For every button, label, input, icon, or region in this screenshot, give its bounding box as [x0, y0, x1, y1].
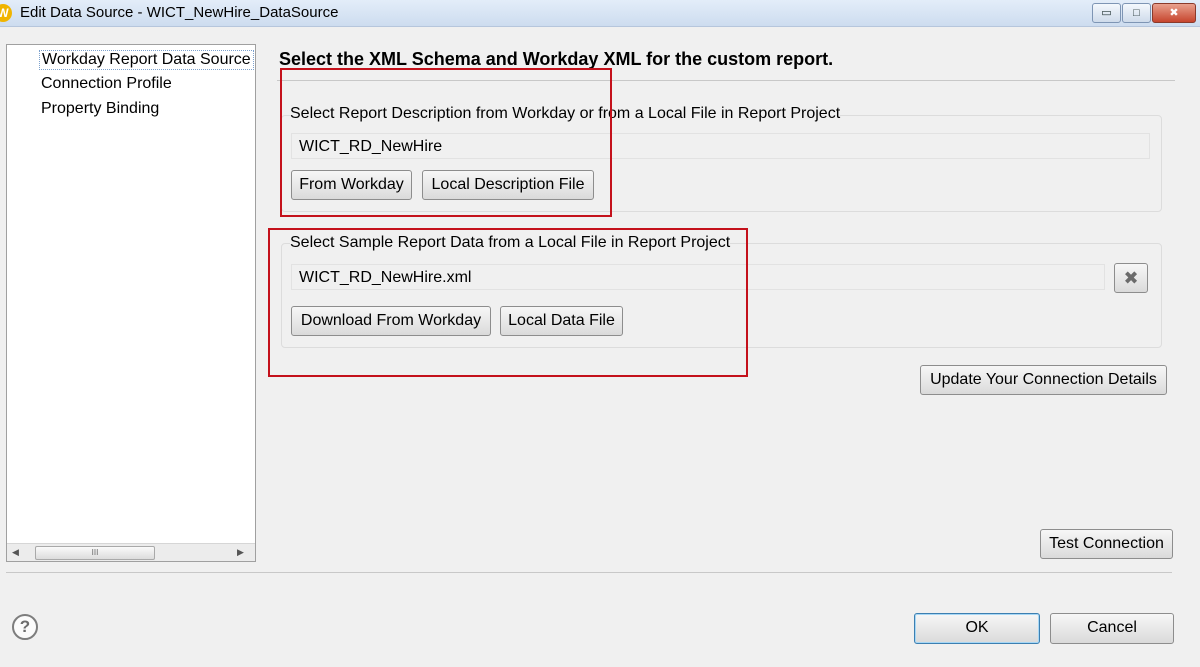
app-logo-icon: W	[0, 4, 12, 22]
nav-item-connection-profile[interactable]: Connection Profile	[41, 75, 172, 93]
maximize-button[interactable]: □	[1122, 3, 1151, 23]
page-navigation-tree[interactable]: Workday Report Data Source Connection Pr…	[6, 44, 256, 562]
minimize-button[interactable]: ▭	[1092, 3, 1121, 23]
help-icon[interactable]: ?	[12, 614, 38, 640]
update-connection-details-button[interactable]: Update Your Connection Details	[920, 365, 1167, 395]
page-title: Select the XML Schema and Workday XML fo…	[279, 49, 834, 69]
dialog-body: Workday Report Data Source Connection Pr…	[0, 27, 1200, 667]
footer-divider	[6, 572, 1172, 573]
ok-button[interactable]: OK	[914, 613, 1040, 644]
nav-item-property-binding[interactable]: Property Binding	[41, 100, 159, 118]
title-bar: W Edit Data Source - WICT_NewHire_DataSo…	[0, 0, 1200, 27]
horizontal-scrollbar[interactable]: ◀ III ▶	[7, 543, 255, 561]
clear-sample-data-icon[interactable]: ✖	[1114, 263, 1148, 293]
nav-item-workday-report-data-source[interactable]: Workday Report Data Source	[39, 50, 254, 70]
highlight-box-report-description	[280, 68, 612, 217]
cancel-button[interactable]: Cancel	[1050, 613, 1174, 644]
scroll-left-icon[interactable]: ◀	[7, 544, 24, 561]
window-title: Edit Data Source - WICT_NewHire_DataSour…	[20, 4, 339, 21]
scroll-thumb[interactable]: III	[35, 546, 155, 560]
window-controls: ▭ □ ✖	[1091, 3, 1196, 23]
test-connection-button[interactable]: Test Connection	[1040, 529, 1173, 559]
close-button[interactable]: ✖	[1152, 3, 1196, 23]
scroll-right-icon[interactable]: ▶	[232, 544, 249, 561]
highlight-box-sample-data	[268, 228, 748, 377]
